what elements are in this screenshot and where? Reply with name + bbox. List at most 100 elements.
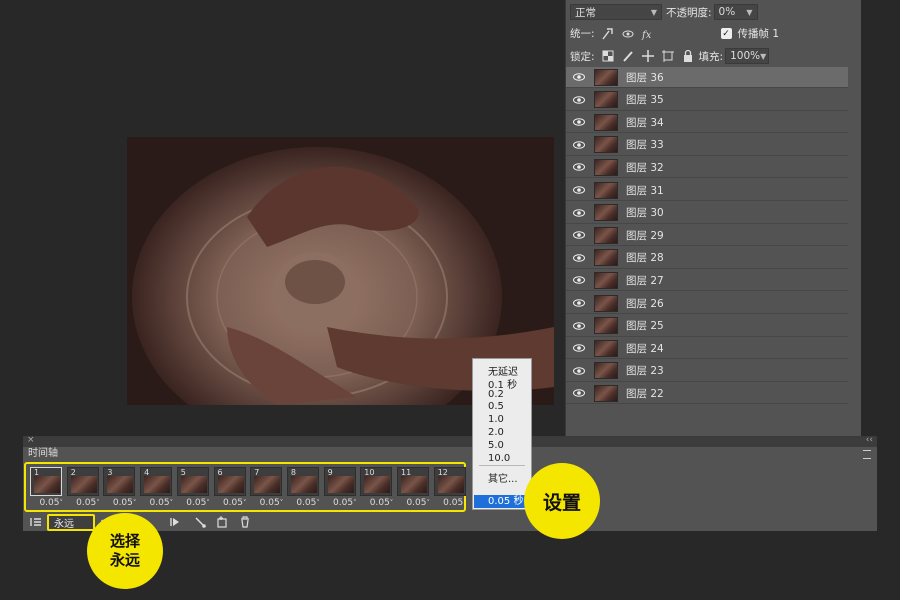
menu-item[interactable]: 2.0 [488, 427, 504, 438]
layer-name: 图层 27 [626, 274, 664, 287]
unify-position-icon[interactable] [601, 27, 615, 41]
panel-menu-icon[interactable] [863, 450, 871, 459]
frame[interactable]: 11 0.05˅ [396, 466, 430, 512]
layer-row[interactable]: 图层 25 [566, 316, 848, 337]
frame[interactable]: 8 0.05˅ [286, 466, 320, 512]
tab-timeline[interactable]: 时间轴 [25, 447, 61, 461]
layer-row[interactable]: 图层 22 [566, 383, 848, 405]
eye-icon[interactable] [568, 231, 590, 239]
frame-delay[interactable]: 0.05˅ [370, 498, 394, 508]
next-frame-icon[interactable] [168, 515, 182, 529]
lock-artboard-icon[interactable] [661, 49, 675, 63]
layer-row[interactable]: 图层 26 [566, 293, 848, 314]
layer-row[interactable]: 图层 28 [566, 248, 848, 269]
eye-icon[interactable] [568, 299, 590, 307]
frame[interactable]: 5 0.05˅ [176, 466, 210, 512]
close-icon[interactable]: × [27, 435, 35, 445]
loop-select[interactable]: 永远 ▼ [47, 514, 107, 531]
frame-delay[interactable]: 0.05˅ [260, 498, 284, 508]
frame[interactable]: 9 0.05˅ [323, 466, 357, 512]
layer-row[interactable]: 图层 27 [566, 270, 848, 292]
eye-icon[interactable] [568, 321, 590, 330]
frame-delay[interactable]: 0.05˅ [113, 498, 137, 508]
collapse-icon[interactable]: ‹‹ [866, 435, 873, 445]
menu-item-other[interactable]: 其它... [488, 470, 518, 485]
frame[interactable]: 2 0.05˅ [66, 466, 100, 512]
chevron-down-icon: ˅ [279, 499, 284, 507]
lock-pixels-icon[interactable] [621, 49, 635, 63]
frame-delay-value: 0.05 [406, 498, 427, 508]
frame-delay[interactable]: 0.05˅ [76, 498, 100, 508]
menu-item[interactable]: 1.0 [488, 414, 504, 425]
unify-style-icon[interactable]: fx [641, 27, 655, 41]
unify-visibility-icon[interactable] [621, 27, 635, 41]
eye-icon[interactable] [568, 254, 590, 262]
frame-delay-value: 0.05 [296, 498, 317, 508]
layer-row[interactable]: 图层 30 [566, 203, 848, 224]
layer-row[interactable]: 图层 34 [566, 112, 848, 134]
frame[interactable]: 4 0.05˅ [139, 466, 173, 512]
lock-all-icon[interactable] [681, 49, 695, 63]
eye-icon[interactable] [568, 95, 590, 104]
chevron-down-icon: ˅ [132, 499, 137, 507]
opacity-field[interactable]: 0% ▼ [713, 4, 758, 20]
layer-row[interactable]: 图层 35 [566, 90, 848, 111]
tween-icon[interactable] [193, 515, 207, 529]
blend-mode-select[interactable]: 正常 ▼ [570, 4, 662, 20]
frame[interactable]: 12 0.05˅ [433, 466, 467, 512]
duplicate-frame-icon[interactable] [215, 515, 229, 529]
eye-icon[interactable] [568, 389, 590, 398]
eye-icon[interactable] [568, 276, 590, 285]
frame-delay[interactable]: 0.05˅ [39, 498, 63, 508]
unify-row: 统一: fx ✓ 传播帧 1 [566, 26, 861, 41]
eye-icon[interactable] [568, 367, 590, 375]
frame-delay[interactable]: 0.05˅ [223, 498, 247, 508]
frame-delay[interactable]: 0.05˅ [443, 498, 467, 508]
layer-thumbnail [594, 271, 618, 289]
frame-delay[interactable]: 0.05˅ [406, 498, 430, 508]
layer-row[interactable]: 图层 33 [566, 135, 848, 156]
eye-icon[interactable] [568, 141, 590, 149]
convert-timeline-icon[interactable] [29, 515, 43, 529]
layer-row[interactable]: 图层 36 [566, 67, 848, 88]
propagate-checkbox[interactable]: ✓ [720, 28, 732, 39]
layer-row[interactable]: 图层 31 [566, 180, 848, 201]
frame-delay-value: 0.05 [112, 498, 133, 508]
frame-delay[interactable]: 0.05˅ [186, 498, 210, 508]
opacity-label: 不透明度: [666, 6, 712, 19]
eye-icon[interactable] [568, 73, 590, 81]
layer-row[interactable]: 图层 23 [566, 361, 848, 382]
layer-row[interactable]: 图层 24 [566, 338, 848, 360]
frame[interactable]: 6 0.05˅ [213, 466, 247, 512]
menu-item-selected[interactable]: 0.05 秒 [474, 495, 530, 508]
menu-item[interactable]: 10.0 [488, 453, 510, 464]
frame-thumbnail: 9 [323, 467, 356, 496]
frame-thumbnail: 1 [30, 467, 62, 496]
frame-delay[interactable]: 0.05˅ [333, 498, 357, 508]
frame-delay[interactable]: 0.05˅ [296, 498, 320, 508]
menu-item[interactable]: 0.5 [488, 401, 504, 412]
frame[interactable]: 3 0.05˅ [102, 466, 136, 512]
frame[interactable]: 1 0.05˅ [29, 466, 63, 512]
frame[interactable]: 7 0.05˅ [249, 466, 283, 512]
layer-thumbnail [594, 204, 618, 222]
frame-delay[interactable]: 0.05˅ [150, 498, 174, 508]
eye-icon[interactable] [568, 344, 590, 352]
eye-icon[interactable] [568, 118, 590, 126]
layer-row[interactable]: 图层 29 [566, 225, 848, 247]
layer-name: 图层 29 [626, 229, 664, 242]
frame[interactable]: 10 0.05˅ [359, 466, 393, 512]
eye-icon[interactable] [568, 208, 590, 217]
menu-item[interactable]: 5.0 [488, 440, 504, 451]
menu-item[interactable]: 0.2 [488, 389, 504, 400]
fill-label: 填充: [698, 50, 724, 63]
lock-transparent-icon[interactable] [601, 49, 615, 63]
lock-position-icon[interactable] [641, 49, 655, 63]
delete-frame-icon[interactable] [238, 515, 252, 529]
fill-value: 100% [730, 50, 761, 62]
eye-icon[interactable] [568, 163, 590, 172]
eye-icon[interactable] [568, 186, 590, 194]
layer-row[interactable]: 图层 32 [566, 157, 848, 179]
fill-field[interactable]: 100% ▼ [725, 48, 770, 64]
chevron-down-icon: ▼ [650, 7, 657, 17]
